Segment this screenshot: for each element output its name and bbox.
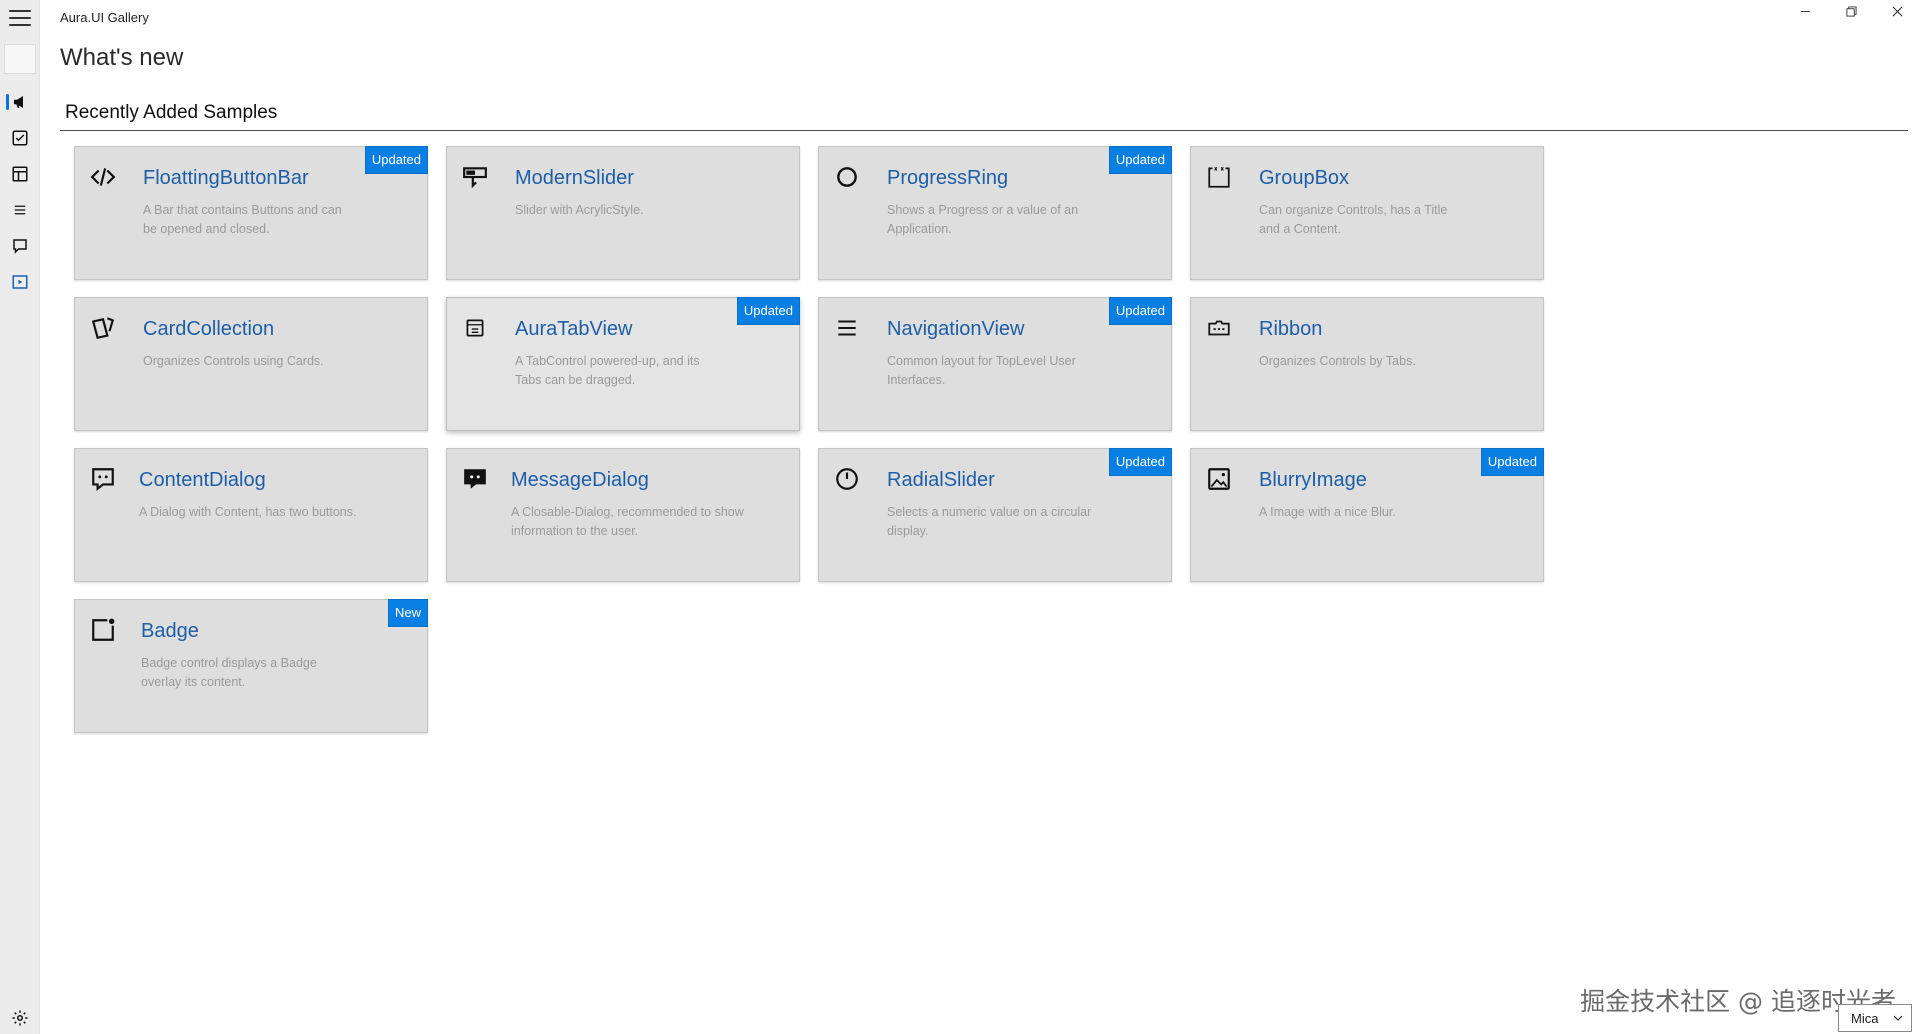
chevron-down-icon [1893,1015,1903,1021]
card-title: CardCollection [143,318,275,340]
sidebar-item-dialogs[interactable] [0,228,40,264]
card-description: Badge control displays a Badge overlay i… [141,656,317,689]
ribbon-icon [1205,314,1233,342]
sample-card-groupbox[interactable]: GroupBox Can organize Controls, has a Ti… [1190,146,1544,280]
card-title: Ribbon [1259,318,1323,340]
card-description: Selects a numeric value on a circular di… [887,505,1092,538]
media-icon [12,275,28,289]
card-description: A Image with a nice Blur. [1259,505,1396,519]
card-title: MessageDialog [511,469,649,491]
sidebar-item-settings[interactable] [0,1000,40,1034]
section-title: Recently Added Samples [65,102,278,123]
sample-card-modernslider[interactable]: ModernSlider Slider with AcrylicStyle. [446,146,800,280]
samples-grid: FloattingButtonBar A Bar that contains B… [74,146,1544,733]
sample-card-progressring[interactable]: ProgressRing Shows a Progress or a value… [818,146,1172,280]
status-badge: Updated [364,146,428,174]
card-description: Can organize Controls, has a Title and a… [1259,203,1448,236]
card-title: FloattingButtonBar [143,167,309,189]
card-title: NavigationView [887,318,1025,340]
navigation-icon [833,314,861,342]
status-badge: Updated [1108,297,1172,325]
status-badge: Updated [1108,146,1172,174]
theme-select-value: Mica [1851,1010,1879,1026]
sample-card-blurryimage[interactable]: BlurryImage A Image with a nice Blur. Up… [1190,448,1544,582]
sample-card-badge[interactable]: Badge Badge control displays a Badge ove… [74,599,428,733]
sidebar-item-media[interactable] [0,264,40,300]
megaphone-icon [14,96,23,108]
close-button[interactable] [1874,0,1920,22]
status-badge: Updated [1480,448,1544,476]
card-description: Slider with AcrylicStyle. [515,203,644,217]
card-description: Organizes Controls by Tabs. [1259,354,1416,368]
radial-icon [833,465,861,493]
card-description: Common layout for TopLevel User Interfac… [887,354,1076,387]
status-badge: Updated [1108,448,1172,476]
page-title: What's new [60,44,184,71]
checkbox-icon [12,130,28,146]
window-controls [1782,0,1920,22]
restore-icon [1845,5,1857,17]
image-icon [1205,465,1233,493]
window-title: Aura.UI Gallery [60,10,149,25]
card-description: A TabControl powered-up, and its Tabs ca… [515,354,700,387]
dialog-icon [89,465,117,493]
card-description: Shows a Progress or a value of an Applic… [887,203,1079,236]
tabview-icon [461,314,489,342]
list-icon [14,205,26,215]
minimize-icon [1800,10,1810,12]
card-title: Badge [141,620,199,642]
sample-card-cardcollection[interactable]: CardCollection Organizes Controls using … [74,297,428,431]
badge-icon [89,616,117,644]
sample-card-auratabview[interactable]: AuraTabView A TabControl powered-up, and… [446,297,800,431]
navigation-sidebar [0,0,40,1034]
hamburger-menu-icon[interactable] [8,8,32,28]
theme-select[interactable]: Mica [1838,1004,1912,1032]
status-badge: New [387,599,428,627]
sidebar-item-list[interactable] [0,192,40,228]
slider-icon [461,163,489,191]
card-title: ModernSlider [515,167,634,189]
sample-card-contentdialog[interactable]: ContentDialog A Dialog with Content, has… [74,448,428,582]
card-title: ContentDialog [139,469,266,491]
sidebar-item-controls[interactable] [0,120,40,156]
minimize-button[interactable] [1782,0,1828,22]
ring-icon [833,163,861,191]
message-icon [461,465,489,493]
card-description: A Dialog with Content, has two buttons. [139,505,357,519]
cards-icon [89,314,117,342]
card-title: BlurryImage [1259,469,1367,491]
sidebar-item-layout[interactable] [0,156,40,192]
sample-card-floattingbuttonbar[interactable]: FloattingButtonBar A Bar that contains B… [74,146,428,280]
sidebar-item-whats-new[interactable] [0,84,40,120]
layout-icon [12,166,28,182]
chat-icon [13,239,27,254]
card-title: ProgressRing [887,167,1009,189]
close-icon [1892,6,1902,16]
sample-card-messagedialog[interactable]: MessageDialog A Closable-Dialog, recomme… [446,448,800,582]
sidebar-search-box[interactable] [4,44,36,74]
sample-card-radialslider[interactable]: RadialSlider Selects a numeric value on … [818,448,1172,582]
sample-card-navigationview[interactable]: NavigationView Common layout for TopLeve… [818,297,1172,431]
card-description: A Bar that contains Buttons and can be o… [143,203,342,236]
card-description: Organizes Controls using Cards. [143,354,324,368]
status-badge: Updated [736,297,800,325]
maximize-button[interactable] [1828,0,1874,22]
card-title: RadialSlider [887,469,995,491]
code-icon [89,163,117,191]
sample-card-ribbon[interactable]: Ribbon Organizes Controls by Tabs. [1190,297,1544,431]
section-divider [60,130,1908,131]
groupbox-icon [1205,163,1233,191]
gear-icon [12,1010,28,1026]
card-description: A Closable-Dialog, recommended to show i… [511,505,744,538]
card-title: AuraTabView [515,318,633,340]
card-title: GroupBox [1259,167,1350,189]
